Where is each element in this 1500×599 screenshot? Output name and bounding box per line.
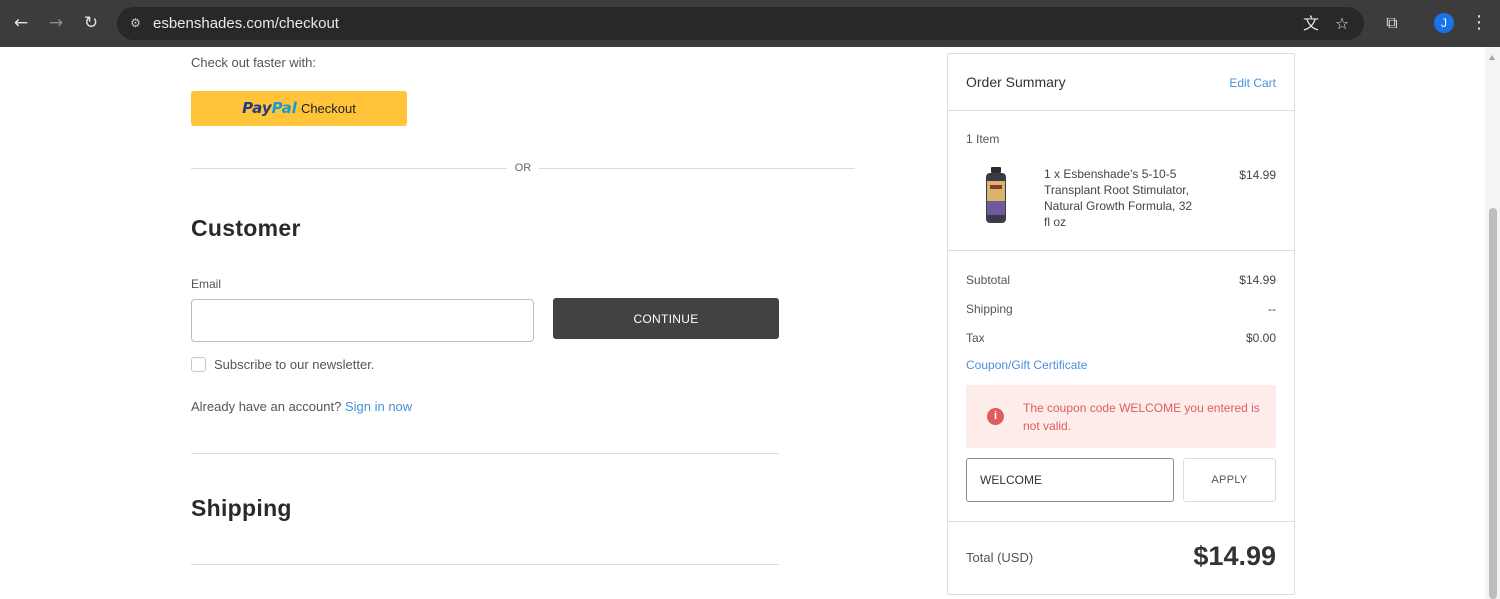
edit-cart-link[interactable]: Edit Cart [1229,76,1276,90]
translate-icon[interactable]: 文 [1301,14,1321,34]
email-label: Email [191,277,222,291]
section-divider [191,453,779,454]
continue-button[interactable]: CONTINUE [553,298,779,339]
star-icon[interactable]: ☆ [1332,14,1352,34]
account-prompt-text: Already have an account? [191,399,342,414]
error-info-icon: i [987,408,1004,425]
checkout-faster-label: Check out faster with: [191,55,316,70]
summary-divider [948,110,1294,111]
summary-divider [948,521,1294,522]
or-divider-left [191,168,507,169]
customer-heading: Customer [191,215,301,241]
shipping-label: Shipping [966,302,1013,316]
address-bar[interactable]: ⚙ esbenshades.com/checkout 文 ☆ [117,7,1364,40]
tune-icon[interactable]: ⚙ [127,15,144,32]
newsletter-checkbox[interactable] [191,357,206,372]
forward-arrow-icon[interactable]: → [45,12,67,34]
paypal-logo-pay: Pay [242,99,272,117]
order-summary-panel: Order Summary Edit Cart 1 Item 1 x Esben… [947,53,1295,595]
summary-divider [948,250,1294,251]
total-label: Total (USD) [966,550,1034,565]
section-divider [191,564,779,565]
coupon-error-message: The coupon code WELCOME you entered is n… [1023,401,1260,433]
sign-in-link[interactable]: Sign in now [345,399,412,414]
account-prompt: Already have an account? Sign in now [191,399,412,414]
tax-label: Tax [966,331,985,345]
shipping-value: -- [1268,302,1276,316]
puzzle-icon[interactable]: ⧉ [1381,12,1403,34]
coupon-error-alert: i The coupon code WELCOME you entered is… [966,385,1276,448]
item-count: 1 Item [966,132,1000,146]
newsletter-label[interactable]: Subscribe to our newsletter. [214,357,374,372]
subtotal-value: $14.99 [1239,273,1276,287]
tax-value: $0.00 [1245,331,1276,345]
paypal-button-label: Checkout [300,101,356,116]
subtotal-label: Subtotal [966,273,1011,287]
email-input[interactable] [191,299,534,342]
apply-coupon-button[interactable]: APPLY [1183,458,1276,502]
url-text[interactable]: esbenshades.com/checkout [153,15,339,32]
product-thumbnail [986,167,1006,223]
scrollbar-thumb[interactable] [1489,208,1497,599]
product-price: $14.99 [1239,168,1276,182]
back-arrow-icon[interactable]: ← [10,12,32,34]
product-name: 1 x Esbenshade's 5-10-5 Transplant Root … [1044,167,1193,229]
browser-toolbar: ← → ↻ ⚙ esbenshades.com/checkout 文 ☆ ⧉ J… [0,0,1500,47]
coupon-code-input[interactable] [966,458,1174,502]
kebab-menu-icon[interactable]: ⋮ [1470,12,1488,34]
paypal-logo-pal: Pal [271,99,297,117]
scroll-up-arrow-icon[interactable] [1489,55,1495,60]
or-divider-right [539,168,855,169]
reload-icon[interactable]: ↻ [80,12,102,34]
total-value: $14.99 [1193,541,1276,571]
paypal-checkout-button[interactable]: PayPal Checkout [191,91,407,126]
order-summary-title: Order Summary [966,74,1066,90]
or-separator: OR [514,162,532,174]
profile-avatar[interactable]: J [1434,13,1454,33]
shipping-heading: Shipping [191,495,292,521]
coupon-gift-certificate-link[interactable]: Coupon/Gift Certificate [966,358,1087,372]
